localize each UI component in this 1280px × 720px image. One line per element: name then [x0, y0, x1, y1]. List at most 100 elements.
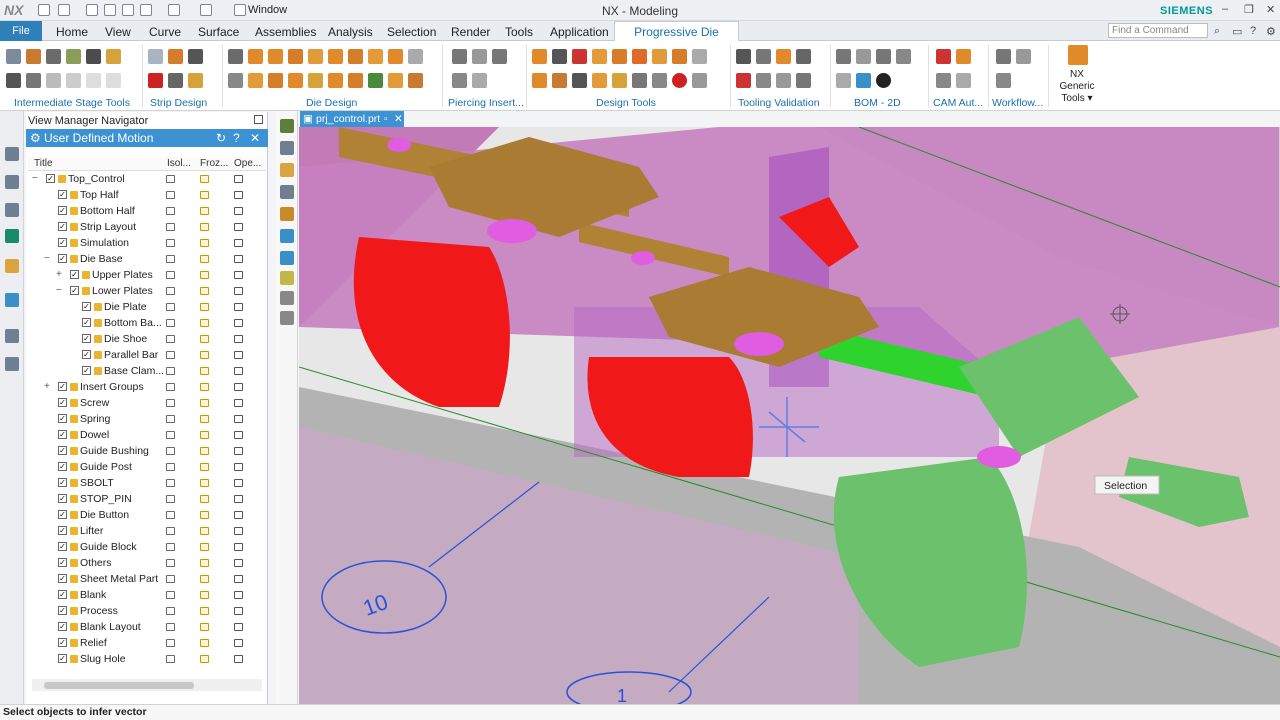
- validation-tool-icon[interactable]: [756, 49, 771, 64]
- visibility-checkbox[interactable]: ✓: [58, 574, 67, 583]
- open-icon[interactable]: [234, 527, 243, 535]
- visibility-checkbox[interactable]: ✓: [58, 254, 67, 263]
- minimize-button[interactable]: –: [1222, 3, 1228, 15]
- open-icon[interactable]: [234, 607, 243, 615]
- pierced-hole[interactable]: [977, 446, 1021, 468]
- die-tool-icon[interactable]: [368, 73, 383, 88]
- die-tool-icon[interactable]: [228, 49, 243, 64]
- open-icon[interactable]: [234, 319, 243, 327]
- visibility-checkbox[interactable]: ✓: [58, 222, 67, 231]
- tree-row[interactable]: − ✓ Die Base: [26, 251, 264, 267]
- visibility-checkbox[interactable]: ✓: [82, 350, 91, 359]
- tree-row[interactable]: ✓ Others: [26, 555, 264, 571]
- design-tool-icon[interactable]: [552, 73, 567, 88]
- formed-part-red-1[interactable]: [353, 237, 510, 407]
- visibility-checkbox[interactable]: ✓: [82, 318, 91, 327]
- tree-row[interactable]: ✓ Simulation: [26, 235, 264, 251]
- open-icon[interactable]: [234, 399, 243, 407]
- frozen-icon[interactable]: [200, 191, 209, 199]
- frozen-icon[interactable]: [200, 319, 209, 327]
- strip-tool-icon[interactable]: [168, 73, 183, 88]
- tree-row[interactable]: ✓ SBOLT: [26, 475, 264, 491]
- bom-tool-icon[interactable]: [876, 73, 891, 88]
- stage-tool-icon[interactable]: [6, 49, 21, 64]
- reuse-library-icon[interactable]: [5, 259, 19, 273]
- maximize-icon[interactable]: [254, 115, 263, 124]
- render-icon[interactable]: [280, 271, 294, 285]
- cam-tool-icon[interactable]: [956, 73, 971, 88]
- tree-row[interactable]: ✓ Relief: [26, 635, 264, 651]
- validation-tool-icon[interactable]: [796, 49, 811, 64]
- group-cam-automation[interactable]: CAM Aut...: [933, 97, 983, 109]
- stage-tool-icon[interactable]: [106, 49, 121, 64]
- group-die-design[interactable]: Die Design: [306, 97, 357, 109]
- isolate-icon[interactable]: [166, 207, 175, 215]
- isolate-icon[interactable]: [166, 575, 175, 583]
- tree-row[interactable]: ✓ Die Shoe: [26, 331, 264, 347]
- bom-tool-icon[interactable]: [856, 49, 871, 64]
- visibility-checkbox[interactable]: ✓: [70, 286, 79, 295]
- validation-tool-icon[interactable]: [736, 73, 751, 88]
- tree-row[interactable]: ✓ Guide Block: [26, 539, 264, 555]
- document-tab[interactable]: ▣ prj_control.prt ▫ ✕: [300, 111, 404, 127]
- visibility-checkbox[interactable]: ✓: [58, 622, 67, 631]
- tree-row[interactable]: ✓ Top Half: [26, 187, 264, 203]
- bom-tool-icon[interactable]: [896, 49, 911, 64]
- visibility-checkbox[interactable]: ✓: [58, 542, 67, 551]
- part-icon[interactable]: [280, 185, 294, 199]
- die-tool-icon[interactable]: [308, 73, 323, 88]
- gear-icon[interactable]: ⚙: [30, 129, 41, 147]
- ribbon-options-icon[interactable]: ▭: [1232, 25, 1242, 38]
- expand-toggle[interactable]: −: [44, 251, 50, 267]
- tab-assemblies[interactable]: Assemblies: [255, 25, 316, 39]
- tree-row[interactable]: + ✓ Upper Plates: [26, 267, 264, 283]
- frozen-icon[interactable]: [200, 607, 209, 615]
- expand-toggle[interactable]: −: [32, 171, 38, 187]
- open-icon[interactable]: [234, 239, 243, 247]
- frozen-icon[interactable]: [200, 287, 209, 295]
- strip-tool-icon[interactable]: [188, 73, 203, 88]
- validation-tool-icon[interactable]: [796, 73, 811, 88]
- help-icon[interactable]: ?: [233, 129, 240, 147]
- visibility-checkbox[interactable]: ✓: [58, 510, 67, 519]
- frozen-icon[interactable]: [200, 447, 209, 455]
- open-icon[interactable]: [234, 271, 243, 279]
- visibility-checkbox[interactable]: ✓: [58, 654, 67, 663]
- frozen-icon[interactable]: [200, 463, 209, 471]
- isolate-icon[interactable]: [166, 239, 175, 247]
- open-icon[interactable]: [234, 335, 243, 343]
- isolate-icon[interactable]: [166, 511, 175, 519]
- command-search-input[interactable]: Find a Command: [1108, 23, 1208, 38]
- die-tool-icon[interactable]: [308, 49, 323, 64]
- reset-icon[interactable]: ↻: [216, 129, 226, 147]
- design-tool-icon[interactable]: [652, 49, 667, 64]
- group-piercing-insert[interactable]: Piercing Insert...: [448, 97, 524, 109]
- visibility-checkbox[interactable]: ✓: [82, 366, 91, 375]
- tree-row[interactable]: ✓ Sheet Metal Part: [26, 571, 264, 587]
- pierced-hole[interactable]: [734, 332, 784, 356]
- tree-row[interactable]: ✓ Strip Layout: [26, 219, 264, 235]
- tab-home[interactable]: Home: [56, 25, 88, 39]
- tree-row[interactable]: ✓ Process: [26, 603, 264, 619]
- visibility-checkbox[interactable]: ✓: [58, 382, 67, 391]
- visibility-checkbox[interactable]: ✓: [58, 494, 67, 503]
- visibility-checkbox[interactable]: ✓: [46, 174, 55, 183]
- tab-selection[interactable]: Selection: [387, 25, 436, 39]
- nx-generic-tools-button[interactable]: NX Generic Tools ▾: [1052, 69, 1102, 105]
- open-icon[interactable]: [234, 447, 243, 455]
- pilot-hole[interactable]: [387, 138, 411, 152]
- close-tab-icon[interactable]: ✕: [394, 111, 403, 127]
- design-tool-icon[interactable]: [552, 49, 567, 64]
- design-tool-icon[interactable]: [592, 49, 607, 64]
- frozen-icon[interactable]: [200, 351, 209, 359]
- stage-tool-icon[interactable]: [106, 73, 121, 88]
- expand-toggle[interactable]: −: [56, 283, 62, 299]
- design-tool-icon[interactable]: [572, 49, 587, 64]
- measure-icon[interactable]: [280, 229, 294, 243]
- stage-tool-icon[interactable]: [66, 49, 81, 64]
- frozen-icon[interactable]: [200, 639, 209, 647]
- visibility-checkbox[interactable]: ✓: [58, 478, 67, 487]
- validation-tool-icon[interactable]: [756, 73, 771, 88]
- frozen-icon[interactable]: [200, 591, 209, 599]
- tree-row[interactable]: ✓ Die Button: [26, 507, 264, 523]
